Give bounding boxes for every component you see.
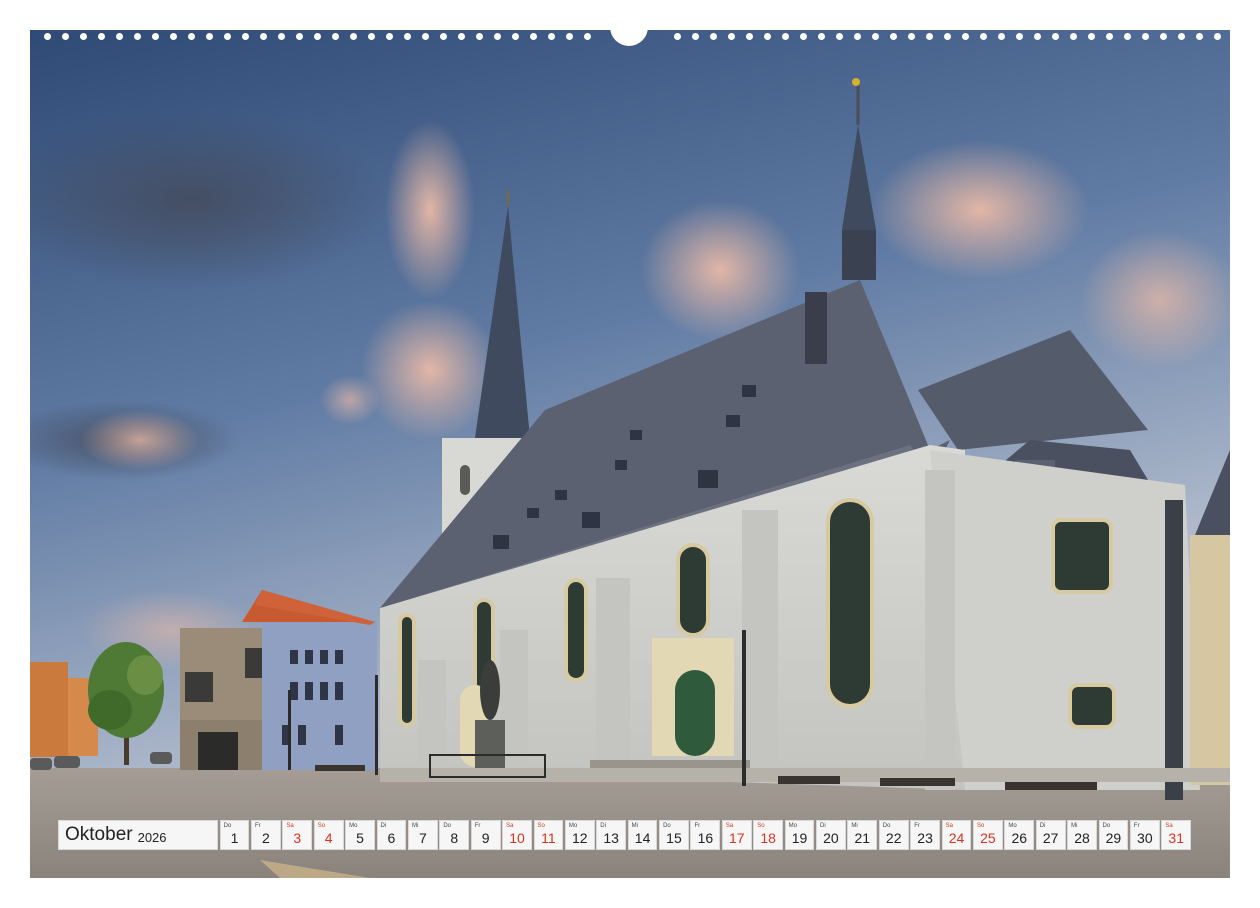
day-abbreviation: Sa bbox=[286, 823, 294, 829]
day-cell: So 25 bbox=[972, 820, 1003, 850]
day-abbreviation: Sa bbox=[945, 823, 953, 829]
day-cell: Mo 5 bbox=[345, 820, 375, 850]
day-number: 16 bbox=[697, 830, 714, 846]
day-abbreviation: Mo bbox=[349, 823, 358, 829]
day-abbreviation: So bbox=[537, 823, 545, 829]
day-number: 10 bbox=[509, 830, 525, 846]
day-abbreviation: Sa bbox=[506, 823, 514, 829]
day-abbreviation: Fr bbox=[914, 823, 920, 829]
day-cell: Sa 17 bbox=[721, 820, 752, 850]
day-number: 11 bbox=[541, 830, 556, 846]
day-abbreviation: Do bbox=[882, 823, 891, 829]
day-abbreviation: Di bbox=[820, 823, 826, 829]
day-abbreviation: So bbox=[757, 823, 765, 829]
day-number: 28 bbox=[1074, 830, 1090, 846]
month-year: 2026 bbox=[137, 829, 167, 845]
day-number: 13 bbox=[603, 830, 619, 846]
day-number: 22 bbox=[885, 830, 902, 846]
day-number: 2 bbox=[261, 830, 270, 846]
day-cell: So 18 bbox=[753, 820, 784, 850]
day-number: 25 bbox=[980, 830, 996, 846]
day-cell: Di 6 bbox=[376, 820, 407, 850]
day-number: 29 bbox=[1105, 830, 1122, 846]
day-cell: Sa 31 bbox=[1161, 820, 1192, 850]
day-abbreviation: Do bbox=[663, 823, 671, 829]
day-cell: Mi 7 bbox=[407, 820, 438, 850]
day-abbreviation: Fr bbox=[1133, 823, 1140, 829]
day-number: 21 bbox=[854, 830, 871, 846]
day-number: 4 bbox=[324, 830, 333, 846]
day-abbreviation: Mi bbox=[1071, 823, 1078, 829]
day-cell: Fr 23 bbox=[910, 820, 940, 850]
day-cell: Do 15 bbox=[659, 820, 689, 850]
day-number: 1 bbox=[230, 830, 239, 846]
day-cell: Fr 9 bbox=[470, 820, 501, 850]
day-abbreviation: So bbox=[976, 823, 985, 829]
day-cell: Mi 14 bbox=[627, 820, 658, 850]
day-abbreviation: Di bbox=[600, 823, 606, 829]
day-number: 27 bbox=[1042, 830, 1059, 846]
day-abbreviation: Sa bbox=[725, 823, 734, 829]
day-number: 5 bbox=[356, 830, 364, 846]
day-number: 7 bbox=[418, 830, 427, 846]
day-number: 6 bbox=[387, 830, 396, 846]
day-cell: Di 20 bbox=[816, 820, 846, 850]
day-cell: Fr 30 bbox=[1129, 820, 1160, 850]
day-abbreviation: Do bbox=[443, 823, 451, 829]
day-number: 8 bbox=[450, 830, 459, 846]
day-abbreviation: Di bbox=[380, 823, 387, 829]
day-cell: Mi 28 bbox=[1067, 820, 1097, 850]
day-abbreviation: Mi bbox=[411, 823, 419, 829]
day-number: 3 bbox=[293, 830, 302, 846]
day-number: 14 bbox=[634, 830, 651, 846]
day-number: 23 bbox=[917, 830, 933, 846]
day-abbreviation: Sa bbox=[1165, 823, 1173, 829]
day-abbreviation: Mi bbox=[851, 823, 858, 829]
day-number: 17 bbox=[728, 830, 745, 846]
day-cell: So 11 bbox=[533, 820, 564, 850]
day-cell: Di 13 bbox=[596, 820, 627, 850]
day-number: 26 bbox=[1011, 830, 1028, 846]
days-row: Do 1 Fr 2 Sa 3 So 4 Mo 5 Di 6 Mi 7 Do 8 Fr 9 Sa 10 So 11 Mo 12 D… bbox=[218, 820, 1192, 850]
day-abbreviation: Mo bbox=[788, 823, 797, 829]
day-cell: Do 1 bbox=[219, 820, 250, 850]
day-abbreviation: Di bbox=[1039, 823, 1046, 829]
day-number: 31 bbox=[1168, 830, 1184, 846]
day-cell: Mo 26 bbox=[1004, 820, 1035, 850]
day-number: 15 bbox=[666, 830, 682, 846]
day-abbreviation: Fr bbox=[254, 823, 261, 829]
day-abbreviation: Do bbox=[223, 823, 232, 829]
day-number: 24 bbox=[948, 830, 965, 846]
day-abbreviation: Fr bbox=[694, 823, 701, 829]
day-abbreviation: Mo bbox=[1008, 823, 1017, 829]
day-abbreviation: Mo bbox=[568, 823, 578, 829]
day-cell: Sa 24 bbox=[941, 820, 972, 850]
day-cell: Do 22 bbox=[878, 820, 909, 850]
day-cell: Sa 10 bbox=[502, 820, 532, 850]
day-cell: Mo 12 bbox=[564, 820, 595, 850]
day-cell: Do 29 bbox=[1098, 820, 1129, 850]
day-number: 18 bbox=[760, 830, 776, 846]
day-number: 30 bbox=[1137, 830, 1153, 846]
day-cell: Sa 3 bbox=[282, 820, 313, 850]
calendar-strip: Oktober 2026 Do 1 Fr 2 Sa 3 So 4 Mo 5 Di 6 Mi 7 Do 8 Fr 9… bbox=[58, 820, 1192, 850]
day-cell: Di 27 bbox=[1035, 820, 1066, 850]
day-cell: Fr 16 bbox=[690, 820, 721, 850]
month-name: Oktober bbox=[65, 824, 133, 845]
day-cell: Fr 2 bbox=[250, 820, 281, 850]
day-number: 20 bbox=[823, 830, 839, 846]
day-cell: Mi 21 bbox=[847, 820, 878, 850]
day-cell: So 4 bbox=[313, 820, 344, 850]
month-label: Oktober 2026 bbox=[58, 820, 218, 850]
day-number: 9 bbox=[481, 830, 490, 846]
day-cell: Do 8 bbox=[439, 820, 470, 850]
day-abbreviation: So bbox=[317, 823, 326, 829]
day-abbreviation: Fr bbox=[474, 823, 481, 829]
day-number: 19 bbox=[791, 830, 808, 846]
church-photo bbox=[30, 30, 1230, 878]
day-number: 12 bbox=[572, 830, 588, 846]
day-abbreviation: Do bbox=[1102, 823, 1111, 829]
day-cell: Mo 19 bbox=[784, 820, 815, 850]
day-abbreviation: Mi bbox=[631, 823, 639, 829]
